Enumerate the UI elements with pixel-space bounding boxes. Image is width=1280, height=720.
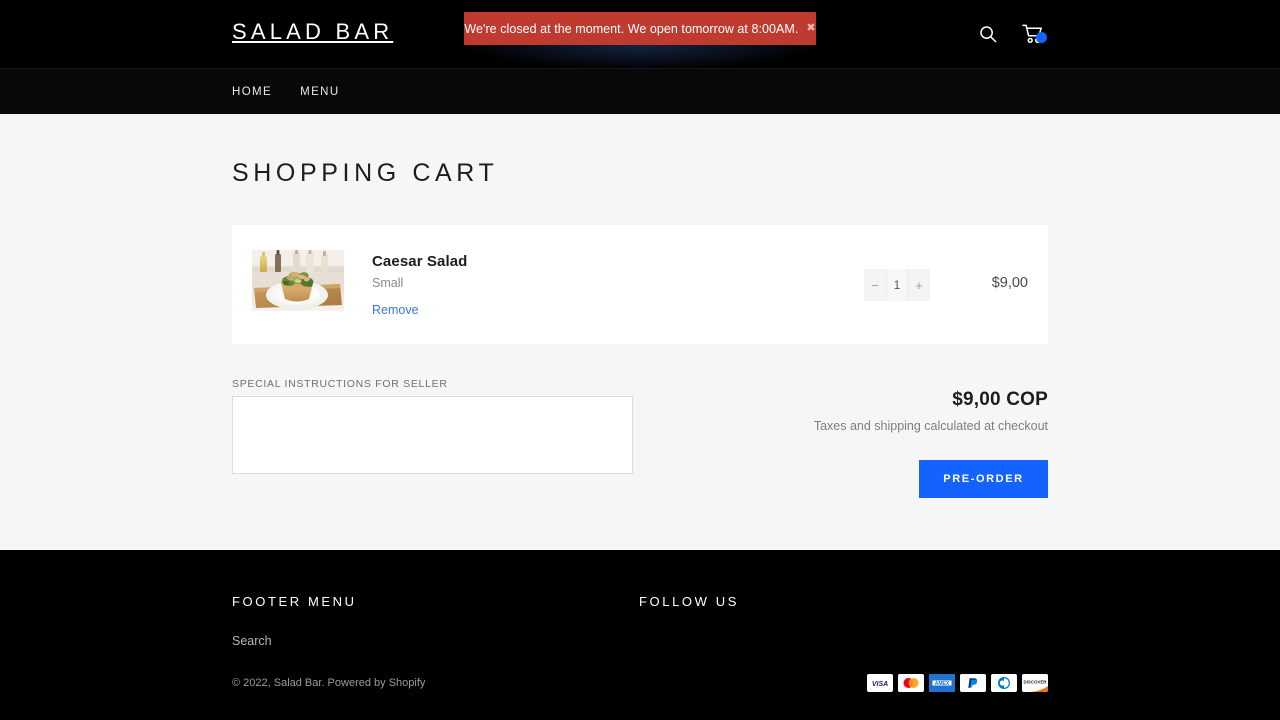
- quantity-increment-button[interactable]: +: [908, 269, 930, 301]
- follow-us-column: Follow us: [639, 594, 1046, 650]
- header-actions: [974, 0, 1048, 68]
- remove-item-link[interactable]: Remove: [372, 303, 419, 317]
- search-button[interactable]: [974, 20, 1002, 48]
- quantity-stepper: − 1 +: [864, 269, 930, 301]
- page-title: Shopping Cart: [232, 159, 1048, 188]
- follow-us-heading: Follow us: [639, 594, 1046, 609]
- caesar-salad-photo: [252, 250, 344, 311]
- cart-count-badge: [1036, 32, 1047, 43]
- footer-menu-heading: Footer menu: [232, 594, 639, 609]
- cart-item-title[interactable]: Caesar Salad: [372, 253, 672, 270]
- diners-club-icon: [991, 674, 1017, 692]
- payment-methods: VISA AMEX DISCOVER: [867, 674, 1048, 692]
- quantity-value[interactable]: 1: [886, 269, 908, 301]
- amex-icon: AMEX: [929, 674, 955, 692]
- footer-menu-column: Footer menu Search: [232, 594, 639, 650]
- nav-item-menu[interactable]: Menu: [300, 86, 339, 98]
- main-content: Shopping Cart: [0, 114, 1280, 550]
- subtotal-amount: $9,00 COP: [648, 389, 1048, 411]
- site-header: SALAD BAR We're closed at the moment. We…: [0, 0, 1280, 68]
- quantity-decrement-button[interactable]: −: [864, 269, 886, 301]
- special-instructions-label: Special instructions for seller: [232, 378, 633, 390]
- store-closed-alert: We're closed at the moment. We open tomo…: [464, 12, 816, 45]
- site-logo[interactable]: SALAD BAR: [232, 19, 393, 45]
- cart-footer: Special instructions for seller $9,00 CO…: [232, 378, 1048, 498]
- footer-columns: Footer menu Search Follow us: [232, 594, 1048, 650]
- cart-totals: $9,00 COP Taxes and shipping calculated …: [648, 378, 1048, 498]
- paypal-icon: [960, 674, 986, 692]
- svg-text:DISCOVER: DISCOVER: [1024, 679, 1048, 684]
- search-icon: [978, 32, 998, 47]
- svg-text:AMEX: AMEX: [935, 681, 950, 687]
- site-footer: Footer menu Search Follow us © 2022, Sal…: [0, 550, 1280, 720]
- main-navigation: Home Menu: [0, 68, 1280, 114]
- tax-shipping-note: Taxes and shipping calculated at checkou…: [648, 419, 1048, 433]
- cart-item-details: Caesar Salad Small Remove: [372, 250, 672, 319]
- cart-item-thumbnail-wrap[interactable]: [252, 250, 344, 311]
- cart-container: Shopping Cart: [232, 114, 1048, 498]
- cart-line-item: Caesar Salad Small Remove − 1 + $9,00: [232, 225, 1048, 344]
- close-icon[interactable]: ✖: [806, 23, 815, 34]
- visa-icon: VISA: [867, 674, 893, 692]
- special-instructions-input[interactable]: [232, 396, 633, 474]
- cart-button[interactable]: [1018, 20, 1048, 48]
- mastercard-icon: [898, 674, 924, 692]
- special-instructions-group: Special instructions for seller: [232, 378, 633, 498]
- copyright-text: © 2022, Salad Bar. Powered by Shopify: [232, 677, 425, 689]
- header-glow: [464, 44, 816, 70]
- alert-message: We're closed at the moment. We open tomo…: [464, 22, 798, 36]
- svg-text:VISA: VISA: [872, 681, 888, 688]
- cart-item-variant: Small: [372, 276, 672, 290]
- footer-link-search[interactable]: Search: [232, 634, 272, 648]
- cart-item-price: $9,00: [930, 275, 1048, 291]
- nav-item-home[interactable]: Home: [232, 86, 272, 98]
- footer-bottom-bar: © 2022, Salad Bar. Powered by Shopify VI…: [232, 674, 1048, 692]
- discover-icon: DISCOVER: [1022, 674, 1048, 692]
- pre-order-button[interactable]: Pre-order: [919, 460, 1048, 498]
